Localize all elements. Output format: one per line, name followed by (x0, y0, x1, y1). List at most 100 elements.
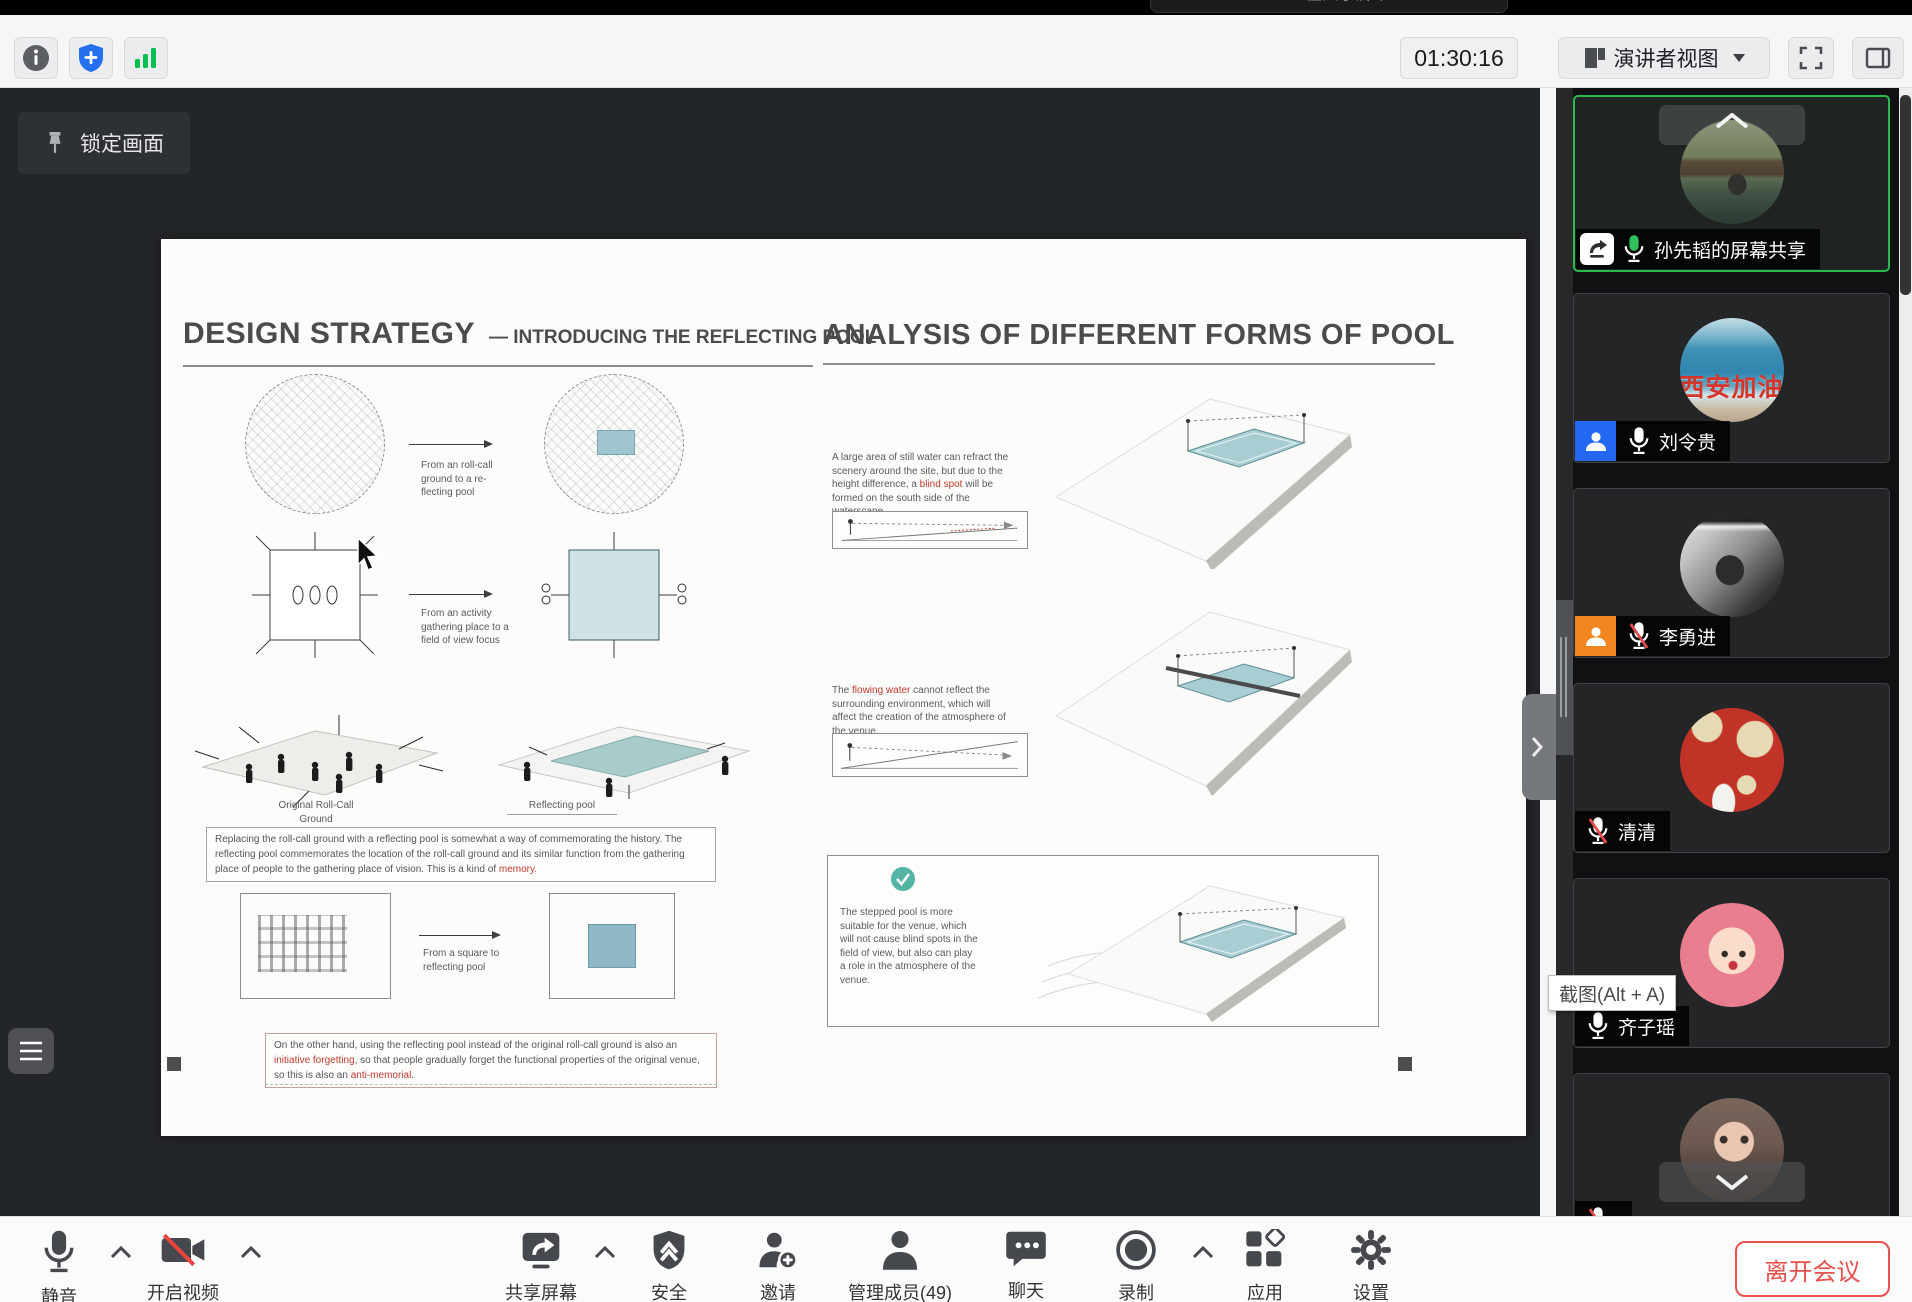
text1-keyword: blind spot (920, 479, 963, 490)
rollcall-ground-3d (189, 679, 449, 811)
step-2-label: From an activity gathering place to a fi… (421, 607, 517, 648)
participant-tile[interactable]: 清清 (1573, 683, 1890, 853)
chevron-up-icon[interactable] (1715, 113, 1749, 129)
list-icon (18, 1039, 44, 1063)
panel-drag-strip[interactable] (1556, 88, 1573, 1216)
participant-namebar: 李勇进 (1575, 616, 1730, 656)
avatar (1680, 708, 1784, 812)
view-mode-button[interactable]: 演讲者视图 (1558, 37, 1770, 79)
para2-text-c: . (411, 1070, 414, 1081)
participant-tile[interactable]: 李勇进 (1573, 488, 1890, 658)
participant-tile[interactable]: 齐子瑶 (1573, 878, 1890, 1048)
layout-icon (1584, 47, 1606, 69)
anti-memorial-paragraph: On the other hand, using the reflecting … (265, 1033, 717, 1088)
screenshot-tooltip: 截图(Alt + A) (1548, 975, 1676, 1011)
caption-rollcall: Original Roll-Call Ground (261, 799, 371, 828)
lock-view-button[interactable]: 锁定画面 (18, 112, 190, 174)
screen-share-banner[interactable]: 正在共享屏幕 (1150, 0, 1508, 13)
chevron-down-icon (1733, 54, 1745, 62)
participants-panel: 孙先韬的屏幕共享 西安加油 刘令贵 (1556, 88, 1912, 1216)
view-focus-square-diagram (539, 520, 689, 670)
mic-on-icon (1587, 1011, 1609, 1041)
fullscreen-icon (1798, 45, 1824, 71)
text2-a: The (832, 685, 852, 696)
view-mode-label: 演讲者视图 (1614, 43, 1719, 73)
participant-namebar: 孙先韬的屏幕共享 (1576, 229, 1820, 269)
para2-keyword-2: anti-memorial (351, 1070, 412, 1081)
participant-tile[interactable]: 西安加油 刘令贵 (1573, 293, 1890, 463)
participant-name: 李勇进 (1659, 623, 1716, 650)
pin-icon (44, 130, 66, 156)
participant-name: 刘令贵 (1659, 428, 1716, 455)
section-diagram-1 (832, 511, 1028, 549)
panel-gutter (1540, 88, 1556, 1216)
leave-meeting-label: 离开会议 (1765, 1252, 1861, 1287)
network-quality-button[interactable] (124, 37, 168, 79)
avatar (1680, 513, 1784, 617)
share-screen-button[interactable]: 共享屏幕 (471, 1229, 611, 1302)
mute-button[interactable]: 静音 (0, 1229, 129, 1302)
presentation-slide: DESIGN STRATEGY — INTRODUCING THE REFLEC… (161, 239, 1526, 1136)
participant-namebar (1575, 1201, 1632, 1216)
invite-button[interactable]: 邀请 (708, 1229, 848, 1302)
panel-scrollbar-thumb[interactable] (1900, 95, 1911, 295)
participant-name: 齐子瑶 (1618, 1013, 1675, 1040)
analysis-text-3: The stepped pool is more suitable for th… (840, 906, 980, 987)
shared-screen-stage: 锁定画面 DESIGN STRATEGY — INTRODUCING THE R… (0, 88, 1540, 1216)
timer-value: 01:30:16 (1414, 45, 1504, 72)
participant-name: 清清 (1618, 818, 1656, 845)
participant-tile-sharer[interactable]: 孙先韬的屏幕共享 (1573, 95, 1890, 272)
avatar-text: 西安加油 (1680, 368, 1784, 404)
panel-collapse-handle[interactable] (1522, 694, 1556, 800)
para2-keyword-1: initiative forgetting (274, 1055, 355, 1066)
caption-pool: Reflecting pool (507, 799, 617, 815)
mic-icon (42, 1229, 76, 1275)
right-title-rule (823, 363, 1435, 365)
memory-paragraph-text: Replacing the roll-call ground with a re… (215, 834, 685, 875)
top-toolbar: 01:30:16 演讲者视图 (0, 15, 1912, 88)
annotation-menu-button[interactable] (8, 1028, 54, 1074)
shield-plus-icon (77, 43, 105, 73)
slide-left-subtitle: — INTRODUCING THE REFLECTING POOL (489, 327, 876, 349)
manage-members-label: 管理成员(49) (830, 1279, 970, 1302)
member-badge-blue (1575, 421, 1616, 461)
share-banner-label: 正在共享屏幕 (1288, 0, 1390, 4)
chevron-down-icon[interactable] (1715, 1174, 1749, 1190)
video-options-chevron[interactable] (240, 1245, 262, 1259)
slide-handle-left (167, 1057, 181, 1071)
manage-members-button[interactable]: 管理成员(49) (830, 1229, 970, 1302)
fullscreen-button[interactable] (1788, 37, 1834, 79)
camera-off-icon (159, 1229, 207, 1271)
mic-muted-icon (1587, 1206, 1609, 1216)
record-button[interactable]: 录制 (1066, 1229, 1206, 1302)
memory-keyword: memory. (499, 864, 537, 875)
pool-mark (597, 430, 635, 455)
left-title-rule (183, 365, 813, 367)
network-signal-icon (133, 46, 159, 70)
record-label: 录制 (1066, 1279, 1206, 1302)
mute-label: 静音 (0, 1283, 129, 1302)
settings-button[interactable]: 设置 (1301, 1229, 1441, 1302)
participant-namebar: 齐子瑶 (1575, 1006, 1689, 1046)
participant-tile[interactable] (1573, 1073, 1890, 1216)
apps-grid-icon (1244, 1229, 1286, 1271)
meeting-info-button[interactable] (14, 37, 58, 79)
participant-name: 孙先韬的屏幕共享 (1654, 236, 1806, 263)
site-plan-circle-2 (544, 374, 684, 514)
start-video-button[interactable]: 开启视频 (113, 1229, 253, 1302)
settings-label: 设置 (1301, 1279, 1441, 1302)
security-status-button[interactable] (69, 37, 113, 79)
top-strip: 正在共享屏幕 (0, 0, 1912, 15)
side-panel-toggle-button[interactable] (1852, 37, 1904, 79)
mic-muted-icon (1587, 816, 1609, 846)
meeting-app-window: 正在共享屏幕 01:30:16 (0, 0, 1912, 1302)
leave-meeting-button[interactable]: 离开会议 (1735, 1241, 1890, 1297)
invite-label: 邀请 (708, 1279, 848, 1302)
meeting-timer: 01:30:16 (1400, 37, 1518, 79)
slide-right-title: ANALYSIS OF DIFFERENT FORMS OF POOL (823, 319, 1455, 352)
participant-namebar: 刘令贵 (1575, 421, 1730, 461)
pool-3d-still (1038, 379, 1358, 569)
avatar (1680, 903, 1784, 1007)
arrow-3 (419, 935, 499, 936)
pool-plan-mark (588, 924, 636, 968)
